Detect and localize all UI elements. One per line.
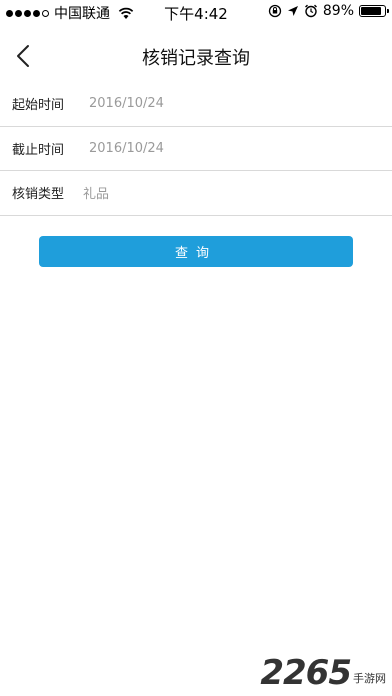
query-form: 起始时间 2016/10/24 截止时间 2016/10/24 核销类型 礼品 [0, 82, 392, 216]
status-right: 89% [268, 3, 389, 19]
location-arrow-icon [287, 6, 298, 16]
battery-percent: 89% [322, 3, 354, 19]
page-title: 核销记录查询 [142, 48, 250, 69]
watermark-text: 手游网 [353, 672, 386, 685]
start-date-row[interactable]: 起始时间 2016/10/24 [0, 82, 392, 127]
redeem-type-label: 核销类型 [12, 187, 65, 203]
status-bar: 中国联通 下午4:42 89% [0, 0, 392, 24]
query-button[interactable]: 查询 [39, 236, 353, 267]
start-date-label: 起始时间 [12, 98, 65, 114]
start-date-field[interactable]: 2016/10/24 [89, 96, 339, 111]
watermark-number: 2265 [260, 653, 352, 693]
alarm-icon [304, 4, 317, 18]
redeem-type-row[interactable]: 核销类型 礼品 [0, 171, 392, 216]
battery-icon [359, 5, 389, 17]
nav-bar: 核销记录查询 [0, 24, 392, 86]
watermark-logo: 2265 手游网 [260, 656, 386, 690]
end-date-row[interactable]: 截止时间 2016/10/24 [0, 127, 392, 171]
redeem-type-field[interactable]: 礼品 [83, 183, 333, 202]
end-date-field[interactable]: 2016/10/24 [89, 141, 339, 156]
end-date-label: 截止时间 [12, 142, 65, 158]
rotation-lock-icon [268, 4, 282, 18]
